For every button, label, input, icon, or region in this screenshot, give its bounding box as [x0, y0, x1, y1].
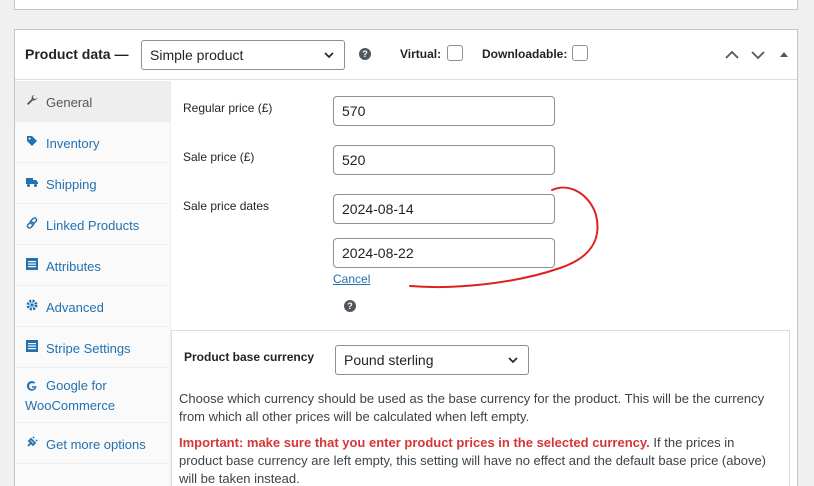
sale-price-input[interactable]: 520 [333, 145, 555, 175]
tab-advanced[interactable]: Advanced [15, 286, 171, 327]
regular-price-input[interactable]: 570 [333, 96, 555, 126]
gear-icon [26, 299, 38, 311]
product-base-currency-section: Product base currency Pound sterling Cho… [171, 330, 790, 486]
list-icon [26, 340, 38, 352]
tab-label: Shipping [46, 177, 97, 192]
virtual-checkbox[interactable] [447, 45, 463, 61]
base-currency-important-note: Important: make sure that you enter prod… [179, 434, 779, 486]
product-type-value: Simple product [150, 47, 244, 63]
base-currency-value: Pound sterling [344, 352, 434, 368]
base-currency-select[interactable]: Pound sterling [335, 345, 529, 375]
base-currency-label: Product base currency [184, 350, 315, 364]
tab-stripe-settings[interactable]: Stripe Settings [15, 327, 171, 368]
link-icon [26, 217, 38, 229]
tab-label: Attributes [46, 259, 101, 274]
virtual-label: Virtual: [400, 47, 442, 61]
question-circle-icon[interactable]: ? [344, 300, 356, 312]
downloadable-checkbox[interactable] [572, 45, 588, 61]
chevron-down-icon [324, 52, 334, 59]
sale-price-dates-label: Sale price dates [183, 199, 270, 213]
cancel-schedule-link[interactable]: Cancel [333, 272, 370, 286]
base-currency-description: Choose which currency should be used as … [179, 391, 765, 424]
product-type-select[interactable]: Simple product [141, 40, 345, 70]
tab-label: Advanced [46, 300, 104, 315]
sale-date-from-input[interactable]: 2024-08-14 [333, 194, 555, 224]
product-data-header: Product data — Simple product ? Virtual:… [15, 30, 797, 80]
tab-label: Stripe Settings [46, 341, 131, 356]
tab-general[interactable]: General [15, 81, 171, 122]
tag-icon [27, 136, 37, 146]
plugin-icon [27, 436, 38, 447]
tab-shipping[interactable]: Shipping [15, 163, 171, 204]
important-warning: Important: make sure that you enter prod… [179, 435, 650, 450]
tab-label: Linked Products [46, 218, 140, 233]
move-down-icon[interactable] [749, 46, 767, 64]
list-icon [26, 258, 38, 270]
sale-date-to-input[interactable]: 2024-08-22 [333, 238, 555, 268]
sale-price-label: Sale price (£) [183, 150, 255, 164]
previous-panel [14, 0, 798, 10]
tab-google-for-woocommerce[interactable]: Google for WooCommerce [15, 368, 171, 423]
tab-get-more-options[interactable]: Get more options [15, 423, 171, 464]
wrench-icon [27, 95, 37, 105]
tab-label: General [46, 95, 93, 110]
tab-label: Get more options [46, 437, 146, 452]
question-circle-icon[interactable]: ? [359, 48, 371, 60]
tab-attributes[interactable]: Attributes [15, 245, 171, 286]
downloadable-label: Downloadable: [482, 47, 568, 61]
tab-inventory[interactable]: Inventory [15, 122, 171, 163]
collapse-toggle-icon[interactable] [775, 46, 793, 64]
regular-price-label: Regular price (£) [183, 101, 273, 115]
product-data-tabs: General Inventory Shipping Linked Produc… [15, 81, 171, 486]
move-up-icon[interactable] [723, 46, 741, 64]
chevron-down-icon [508, 357, 518, 364]
tab-label: Google for WooCommerce [25, 378, 116, 413]
truck-icon [26, 178, 38, 187]
tab-linked-products[interactable]: Linked Products [15, 204, 171, 245]
tab-label: Inventory [46, 136, 100, 151]
product-data-title: Product data — [25, 46, 129, 62]
